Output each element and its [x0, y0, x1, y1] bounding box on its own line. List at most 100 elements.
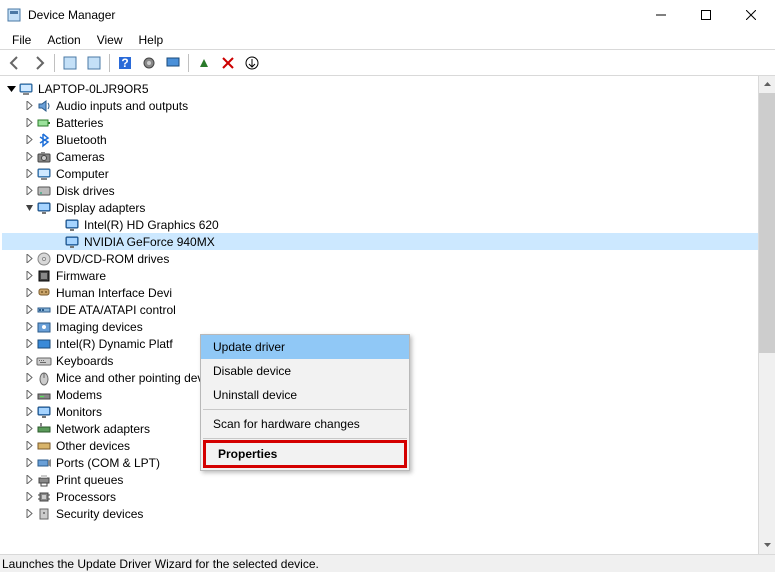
vertical-scrollbar[interactable] — [758, 76, 775, 554]
bluetooth-icon — [36, 132, 52, 148]
expander-icon[interactable] — [22, 303, 36, 317]
expander-icon[interactable] — [4, 82, 18, 96]
tree-label: IDE ATA/ATAPI control — [56, 303, 176, 317]
close-button[interactable] — [728, 0, 773, 30]
cpu-icon — [36, 489, 52, 505]
tree-row-camera[interactable]: Cameras — [2, 148, 758, 165]
toolbar-action[interactable] — [138, 52, 160, 74]
tree-row-audio[interactable]: Audio inputs and outputs — [2, 97, 758, 114]
scroll-thumb[interactable] — [759, 93, 775, 353]
context-separator — [203, 438, 407, 439]
tree-row-battery[interactable]: Batteries — [2, 114, 758, 131]
tree-label: DVD/CD-ROM drives — [56, 252, 169, 266]
expander-icon[interactable] — [22, 337, 36, 351]
context-separator — [203, 409, 407, 410]
tree-label: Print queues — [56, 473, 123, 487]
toolbar-help[interactable] — [114, 52, 136, 74]
statusbar: Launches the Update Driver Wizard for th… — [0, 554, 775, 572]
tree-row-security[interactable]: Security devices — [2, 505, 758, 522]
toolbar-enable[interactable] — [193, 52, 215, 74]
expander-icon[interactable] — [22, 388, 36, 402]
context-uninstall-device[interactable]: Uninstall device — [201, 383, 409, 407]
expander-icon[interactable] — [22, 133, 36, 147]
expander-icon[interactable] — [22, 439, 36, 453]
context-menu: Update driver Disable device Uninstall d… — [200, 334, 410, 471]
tree-label: Batteries — [56, 116, 103, 130]
context-disable-device[interactable]: Disable device — [201, 359, 409, 383]
expander-icon[interactable] — [22, 286, 36, 300]
expander-icon[interactable] — [22, 473, 36, 487]
imaging-icon — [36, 319, 52, 335]
tree-label: Other devices — [56, 439, 130, 453]
context-scan-hardware[interactable]: Scan for hardware changes — [201, 412, 409, 436]
toolbar-uninstall[interactable] — [217, 52, 239, 74]
expander-icon[interactable] — [22, 405, 36, 419]
menu-help[interactable]: Help — [131, 31, 172, 49]
toolbar-properties[interactable] — [83, 52, 105, 74]
expander-icon[interactable] — [22, 354, 36, 368]
toolbar-show-hidden[interactable] — [59, 52, 81, 74]
tree-label: Security devices — [56, 507, 143, 521]
tree-row-hid[interactable]: Human Interface Devi — [2, 284, 758, 301]
expander-icon[interactable] — [22, 490, 36, 504]
expander-icon[interactable] — [22, 456, 36, 470]
tree-row-ide[interactable]: IDE ATA/ATAPI control — [2, 301, 758, 318]
tree-row-imaging[interactable]: Imaging devices — [2, 318, 758, 335]
display-icon — [64, 234, 80, 250]
tree-label: Intel(R) HD Graphics 620 — [84, 218, 219, 232]
tree-row-computer[interactable]: Computer — [2, 165, 758, 182]
expander-icon — [50, 218, 64, 232]
modem-icon — [36, 387, 52, 403]
tree-label: Network adapters — [56, 422, 150, 436]
tree-row-disk[interactable]: Disk drives — [2, 182, 758, 199]
toolbar-forward[interactable] — [28, 52, 50, 74]
expander-icon[interactable] — [22, 371, 36, 385]
display-icon — [36, 404, 52, 420]
camera-icon — [36, 149, 52, 165]
expander-icon[interactable] — [22, 184, 36, 198]
device-tree[interactable]: LAPTOP-0LJR9OR5Audio inputs and outputs B… — [0, 76, 758, 554]
context-update-driver[interactable]: Update driver — [201, 335, 409, 359]
expander-icon[interactable] — [22, 269, 36, 283]
tree-row-display[interactable]: Display adapters — [2, 199, 758, 216]
toolbar — [0, 50, 775, 76]
tree-label: Firmware — [56, 269, 106, 283]
expander-icon[interactable] — [22, 422, 36, 436]
tree-row-root[interactable]: LAPTOP-0LJR9OR5 — [2, 80, 758, 97]
toolbar-scan[interactable] — [241, 52, 263, 74]
tree-row-cpu[interactable]: Processors — [2, 488, 758, 505]
toolbar-update-driver[interactable] — [162, 52, 184, 74]
expander-icon[interactable] — [22, 507, 36, 521]
tree-label: Bluetooth — [56, 133, 107, 147]
expander-icon[interactable] — [22, 150, 36, 164]
context-properties[interactable]: Properties — [206, 443, 404, 465]
computer-icon — [18, 81, 34, 97]
menu-view[interactable]: View — [89, 31, 131, 49]
menu-file[interactable]: File — [4, 31, 39, 49]
status-text: Launches the Update Driver Wizard for th… — [2, 557, 319, 571]
tree-row-display-child[interactable]: Intel(R) HD Graphics 620 — [2, 216, 758, 233]
expander-icon[interactable] — [22, 320, 36, 334]
expander-icon[interactable] — [22, 167, 36, 181]
tree-row-printer[interactable]: Print queues — [2, 471, 758, 488]
titlebar: Device Manager — [0, 0, 775, 30]
tree-label: LAPTOP-0LJR9OR5 — [38, 82, 149, 96]
expander-icon[interactable] — [22, 201, 36, 215]
toolbar-back[interactable] — [4, 52, 26, 74]
tree-row-bluetooth[interactable]: Bluetooth — [2, 131, 758, 148]
expander-icon[interactable] — [22, 252, 36, 266]
dvd-icon — [36, 251, 52, 267]
tree-row-display-child[interactable]: NVIDIA GeForce 940MX — [2, 233, 758, 250]
minimize-button[interactable] — [638, 0, 683, 30]
tree-row-dvd[interactable]: DVD/CD-ROM drives — [2, 250, 758, 267]
scroll-up-button[interactable] — [759, 76, 775, 93]
tree-row-firmware[interactable]: Firmware — [2, 267, 758, 284]
tree-label: Human Interface Devi — [56, 286, 172, 300]
menu-action[interactable]: Action — [39, 31, 88, 49]
disk-icon — [36, 183, 52, 199]
scroll-down-button[interactable] — [759, 537, 775, 554]
highlight-annotation: Properties — [203, 440, 407, 468]
expander-icon[interactable] — [22, 99, 36, 113]
maximize-button[interactable] — [683, 0, 728, 30]
expander-icon[interactable] — [22, 116, 36, 130]
